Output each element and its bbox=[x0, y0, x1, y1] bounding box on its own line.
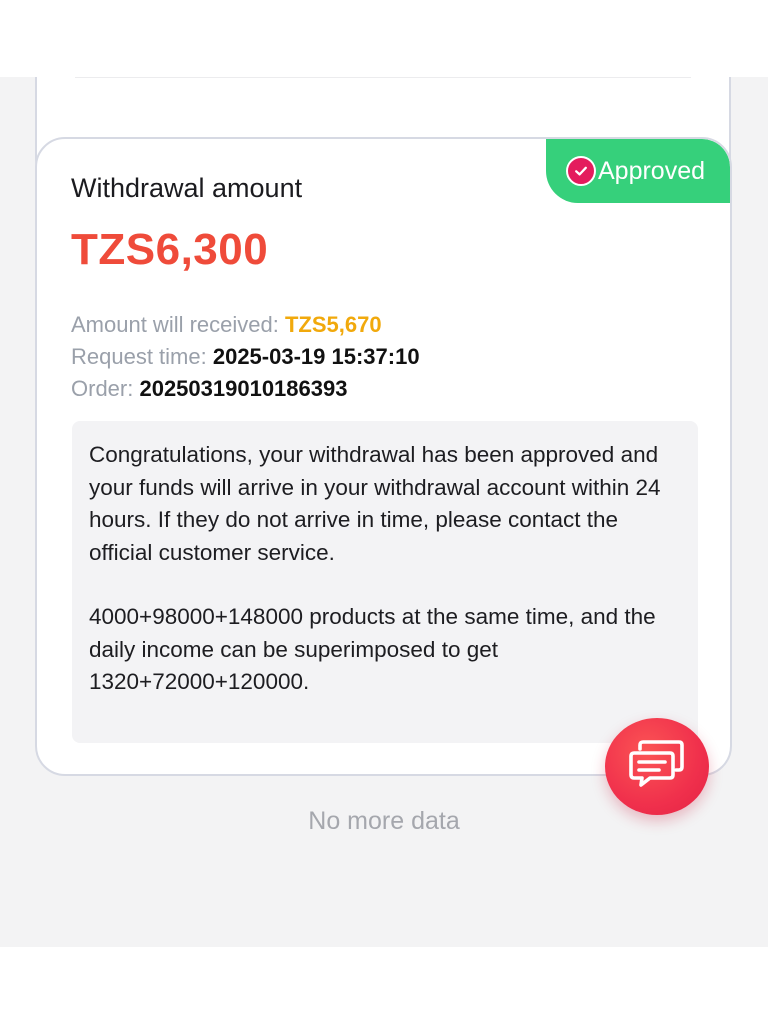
request-time-value: 2025-03-19 15:37:10 bbox=[212, 344, 420, 369]
request-time-label: Request time: bbox=[71, 344, 213, 369]
order-label: Order: bbox=[71, 376, 140, 401]
withdrawal-amount-title: Withdrawal amount bbox=[71, 173, 303, 203]
status-badge: Approved bbox=[546, 139, 730, 203]
withdrawal-history-screen: Approved Withdrawal amount TZS6,300 Amou… bbox=[0, 77, 768, 947]
status-label: Approved bbox=[598, 156, 706, 185]
notice-paragraph: Congratulations, your withdrawal has bee… bbox=[89, 442, 661, 565]
withdrawal-record-card[interactable]: Approved Withdrawal amount TZS6,300 Amou… bbox=[35, 137, 732, 776]
received-amount-row: Amount will received: TZS5,670 bbox=[71, 312, 382, 338]
check-circle-icon bbox=[566, 156, 596, 186]
withdrawal-amount-value: TZS6,300 bbox=[71, 225, 269, 274]
order-number: 20250319010186393 bbox=[139, 376, 348, 401]
customer-service-button[interactable] bbox=[605, 718, 709, 815]
request-time-row: Request time: 2025-03-19 15:37:10 bbox=[71, 344, 420, 370]
card-divider bbox=[75, 77, 691, 78]
approval-notice: Congratulations, your withdrawal has bee… bbox=[72, 421, 698, 743]
received-amount-value: TZS5,670 bbox=[284, 312, 382, 337]
notice-paragraph: 4000+98000+148000 products at the same t… bbox=[89, 604, 656, 694]
order-row: Order: 20250319010186393 bbox=[71, 376, 347, 402]
received-amount-label: Amount will received: bbox=[71, 312, 285, 337]
chat-messages-icon bbox=[628, 740, 686, 793]
